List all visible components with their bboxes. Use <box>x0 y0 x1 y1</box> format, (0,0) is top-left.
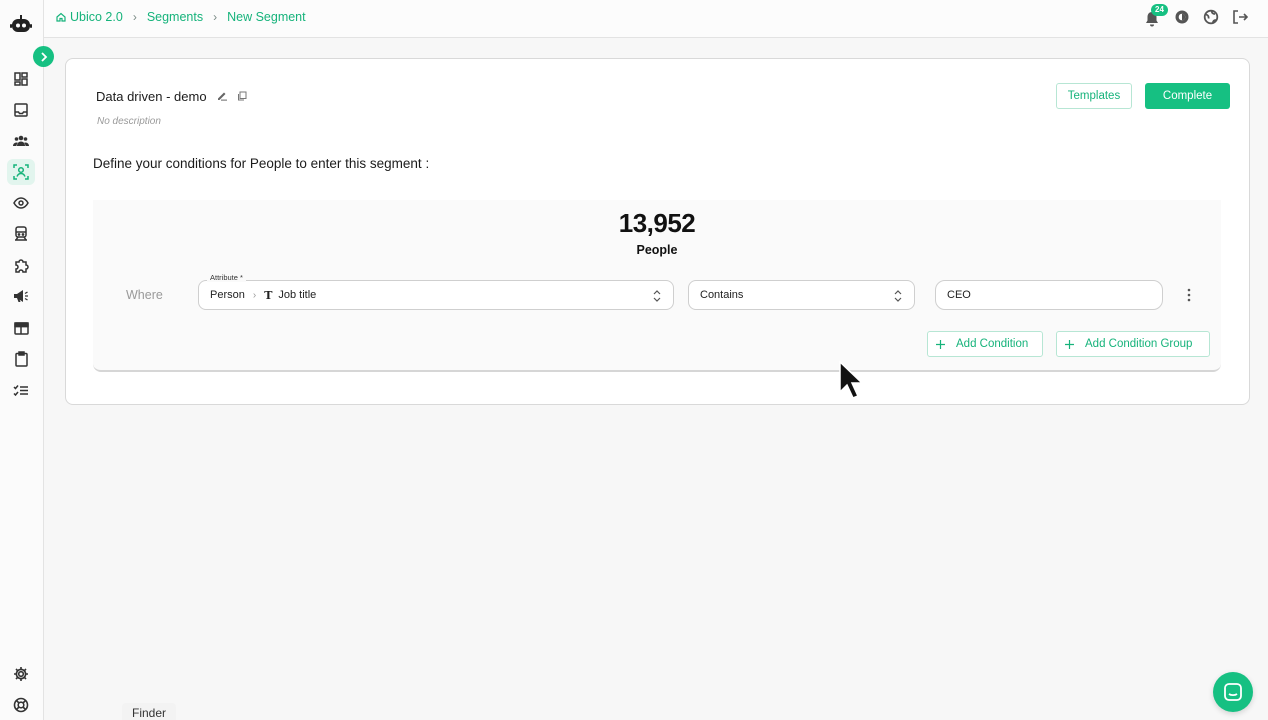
gear-icon[interactable] <box>10 663 32 685</box>
plus-icon <box>1065 339 1074 349</box>
add-condition-group-label: Add Condition Group <box>1085 338 1193 350</box>
notification-badge: 24 <box>1151 3 1168 16</box>
finder-tab[interactable]: Finder <box>122 703 177 720</box>
help-icon[interactable] <box>10 694 32 716</box>
people-icon[interactable] <box>10 130 32 152</box>
breadcrumb-item-current: New Segment <box>227 10 306 24</box>
text-type-icon: T <box>264 288 273 302</box>
chat-button[interactable] <box>1213 672 1253 712</box>
breadcrumb-separator-icon: › <box>213 10 218 24</box>
inbox-icon[interactable] <box>10 99 32 121</box>
people-count-label: People <box>636 243 678 257</box>
clipboard-icon[interactable] <box>10 348 32 370</box>
condition-group: 13,952 People Where Attribute * Person ›… <box>93 200 1221 372</box>
add-condition-label: Add Condition <box>956 338 1029 350</box>
segments-icon[interactable] <box>7 159 35 185</box>
operator-select[interactable]: Contains <box>688 280 915 310</box>
copy-icon[interactable] <box>237 89 247 104</box>
value-input[interactable]: CEO <box>935 280 1163 310</box>
attribute-label: Attribute * <box>207 273 246 282</box>
chevron-right-icon <box>40 51 47 62</box>
edit-icon[interactable] <box>217 89 227 104</box>
eye-icon[interactable] <box>10 192 32 214</box>
breadcrumb-item-segments[interactable]: Segments <box>147 10 203 24</box>
theme-icon[interactable] <box>1174 9 1190 30</box>
checklist-icon[interactable] <box>10 379 32 401</box>
attribute-entity: Person <box>210 289 245 301</box>
add-condition-button[interactable]: Add Condition <box>927 331 1043 357</box>
puzzle-icon[interactable] <box>10 254 32 276</box>
segment-name: Data driven - demo <box>96 89 207 104</box>
chevron-right-icon: › <box>252 289 257 301</box>
value-text: CEO <box>947 289 971 301</box>
home-icon[interactable] <box>56 12 66 22</box>
top-bar: Ubico 2.0 › Segments › New Segment 24 <box>44 0 1268 38</box>
app-root: Ubico 2.0 › Segments › New Segment 24 Da… <box>0 0 1268 720</box>
table-icon[interactable] <box>10 317 32 339</box>
app-logo-icon[interactable] <box>10 14 32 34</box>
where-label: Where <box>126 288 163 302</box>
segment-title-row: Data driven - demo <box>96 89 247 104</box>
chevron-up-down-icon <box>894 290 902 302</box>
chevron-up-down-icon <box>653 290 661 302</box>
train-icon[interactable] <box>10 223 32 245</box>
attribute-field: Job title <box>278 289 317 301</box>
plus-icon <box>936 339 945 349</box>
add-condition-group-button[interactable]: Add Condition Group <box>1056 331 1210 357</box>
top-actions: 24 <box>1145 3 1249 30</box>
complete-button[interactable]: Complete <box>1145 83 1230 109</box>
globe-icon[interactable] <box>1203 9 1219 30</box>
templates-button[interactable]: Templates <box>1056 83 1132 109</box>
chat-icon <box>1224 683 1242 701</box>
mouse-cursor-icon <box>839 360 864 399</box>
attribute-select[interactable]: Attribute * Person › T Job title <box>198 273 674 310</box>
operator-value: Contains <box>700 289 744 301</box>
breadcrumb-item-home[interactable]: Ubico 2.0 <box>70 10 123 24</box>
logout-icon[interactable] <box>1232 9 1249 30</box>
breadcrumb-separator-icon: › <box>132 10 137 24</box>
people-count: 13,952 <box>618 208 696 238</box>
dashboard-icon[interactable] <box>10 68 32 90</box>
breadcrumb: Ubico 2.0 › Segments › New Segment <box>56 10 306 24</box>
segment-description[interactable]: No description <box>97 116 161 127</box>
expand-sidebar-button[interactable] <box>33 46 54 67</box>
more-options-icon[interactable] <box>1187 288 1191 302</box>
segment-card: Data driven - demo No description Templa… <box>65 58 1250 405</box>
megaphone-icon[interactable] <box>10 285 32 307</box>
conditions-heading: Define your conditions for People to ent… <box>93 156 430 171</box>
notifications-button[interactable]: 24 <box>1145 3 1168 29</box>
sidebar <box>0 0 44 720</box>
